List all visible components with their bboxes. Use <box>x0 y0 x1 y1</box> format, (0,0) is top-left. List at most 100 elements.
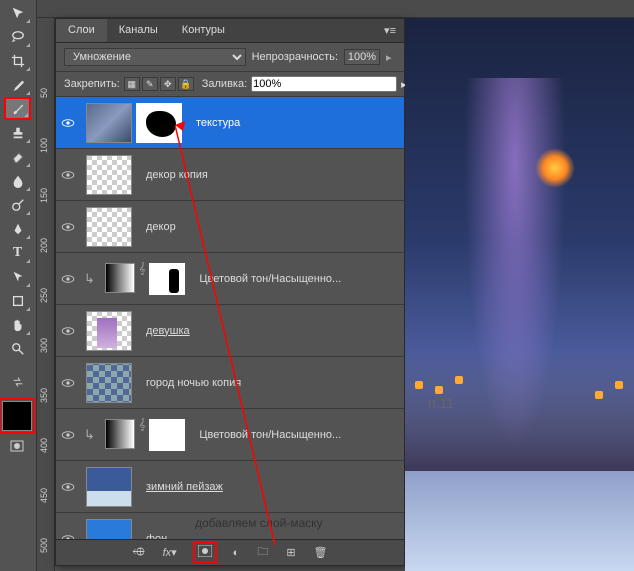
tool-brush[interactable] <box>4 97 31 120</box>
tool-pen[interactable] <box>4 217 31 240</box>
tool-type[interactable]: T <box>4 241 31 264</box>
layer-mask-thumbnail[interactable] <box>149 263 185 295</box>
tool-shape[interactable] <box>4 289 31 312</box>
layer-row[interactable]: город ночью копия <box>56 357 404 409</box>
layer-mask-thumbnail[interactable] <box>149 419 185 451</box>
tab-channels[interactable]: Каналы <box>107 19 170 42</box>
visibility-toggle[interactable] <box>56 378 80 388</box>
link-icon: 𝄞 <box>139 419 146 451</box>
tool-swap-colors[interactable] <box>4 370 31 393</box>
lock-pixels-icon[interactable]: ✎ <box>142 77 158 91</box>
layer-thumbnail[interactable] <box>86 207 132 247</box>
adjustment-icon[interactable] <box>105 419 135 449</box>
ruler-tick: 500 <box>39 538 49 553</box>
foreground-color[interactable] <box>2 401 32 431</box>
ruler-tick: 100 <box>39 138 49 153</box>
clipping-indicator-icon: ↳ <box>80 271 99 287</box>
layer-name[interactable]: город ночью копия <box>138 377 241 389</box>
layer-mask-thumbnail[interactable] <box>136 103 182 143</box>
layer-row[interactable]: девушка <box>56 305 404 357</box>
ruler-tick: 250 <box>39 288 49 303</box>
step-label: п.11 <box>428 395 454 411</box>
ruler-tick: 50 <box>39 88 49 98</box>
opacity-label: Непрозрачность: <box>252 51 338 63</box>
layer-thumbnail[interactable] <box>86 363 132 403</box>
tool-move[interactable] <box>4 1 31 24</box>
visibility-toggle[interactable] <box>56 430 80 440</box>
tab-layers[interactable]: Слои <box>56 19 107 42</box>
annotation-text: добавляем слой-маску <box>195 516 323 530</box>
link-layers-icon[interactable]: ⬲ <box>132 546 144 559</box>
visibility-toggle[interactable] <box>56 274 80 284</box>
layer-name[interactable]: Цветовой тон/Насыщенно... <box>191 273 341 285</box>
tool-hand[interactable] <box>4 313 31 336</box>
layer-thumbnail[interactable] <box>86 467 132 507</box>
layer-row[interactable]: ↳ 𝄞 Цветовой тон/Насыщенно... <box>56 253 404 305</box>
delete-layer-icon[interactable]: 🗑 <box>314 546 328 559</box>
lock-transparency-icon[interactable]: ▦ <box>124 77 140 91</box>
layer-name[interactable]: зимний пейзаж <box>138 481 223 493</box>
lock-all-icon[interactable]: 🔒 <box>178 77 194 91</box>
tools-toolbar: T <box>0 0 37 571</box>
layer-row[interactable]: декор копия <box>56 149 404 201</box>
layer-name[interactable]: Цветовой тон/Насыщенно... <box>191 429 341 441</box>
layer-thumbnail[interactable] <box>86 155 132 195</box>
clipping-indicator-icon: ↳ <box>80 427 99 443</box>
fill-label: Заливка: <box>202 78 247 90</box>
tab-paths[interactable]: Контуры <box>170 19 237 42</box>
tool-path-select[interactable] <box>4 265 31 288</box>
visibility-toggle[interactable] <box>56 326 80 336</box>
visibility-toggle[interactable] <box>56 482 80 492</box>
tool-eraser[interactable] <box>4 145 31 168</box>
new-adjustment-icon[interactable]: ◐ <box>233 547 240 559</box>
layer-name[interactable]: декор <box>138 221 176 233</box>
layer-name[interactable]: декор копия <box>138 169 208 181</box>
add-mask-icon[interactable] <box>195 544 215 561</box>
tool-crop[interactable] <box>4 49 31 72</box>
visibility-toggle[interactable] <box>56 118 80 128</box>
layers-list: текстура декор копия декор ↳ 𝄞 Цветовой … <box>56 97 404 551</box>
layer-fx-icon[interactable]: fx▾ <box>163 546 177 559</box>
tool-blur[interactable] <box>4 169 31 192</box>
ruler-vertical: 50 100 150 200 250 300 350 400 450 500 <box>37 18 55 571</box>
layer-name[interactable]: текстура <box>188 117 240 129</box>
new-layer-icon[interactable]: ⊞ <box>286 546 295 559</box>
quick-mask-toggle[interactable] <box>6 437 28 455</box>
panel-tabs: Слои Каналы Контуры ▾≡ <box>56 19 404 43</box>
layers-footer: ⬲ fx▾ ◐ 🗀 ⊞ 🗑 <box>56 539 404 565</box>
layer-thumbnail[interactable] <box>86 311 132 351</box>
layers-panel: Слои Каналы Контуры ▾≡ Умножение Непрозр… <box>55 18 405 566</box>
ruler-tick: 200 <box>39 238 49 253</box>
tool-stamp[interactable] <box>4 121 31 144</box>
tool-eyedropper[interactable] <box>4 73 31 96</box>
lock-label: Закрепить: <box>64 78 120 90</box>
ruler-horizontal <box>37 0 634 18</box>
opacity-stepper[interactable]: ▸ <box>386 51 396 64</box>
canvas-preview <box>405 18 634 571</box>
ruler-tick: 150 <box>39 188 49 203</box>
tool-lasso[interactable] <box>4 25 31 48</box>
new-group-icon[interactable]: 🗀 <box>257 543 268 562</box>
glow <box>535 148 575 188</box>
layer-row[interactable]: текстура <box>56 97 404 149</box>
lock-position-icon[interactable]: ✥ <box>160 77 176 91</box>
adjustment-icon[interactable] <box>105 263 135 293</box>
visibility-toggle[interactable] <box>56 170 80 180</box>
blend-mode-select[interactable]: Умножение <box>64 48 246 66</box>
ruler-tick: 450 <box>39 488 49 503</box>
tool-zoom[interactable] <box>4 337 31 360</box>
layer-row[interactable]: декор <box>56 201 404 253</box>
panel-menu-icon[interactable]: ▾≡ <box>376 19 404 42</box>
fill-input[interactable] <box>251 76 397 92</box>
layer-row[interactable]: ↳ 𝄞 Цветовой тон/Насыщенно... <box>56 409 404 461</box>
figure <box>455 78 575 498</box>
blend-options-row: Умножение Непрозрачность: ▸ <box>56 43 404 72</box>
opacity-input[interactable] <box>344 49 380 65</box>
tool-dodge[interactable] <box>4 193 31 216</box>
visibility-toggle[interactable] <box>56 222 80 232</box>
layer-thumbnail[interactable] <box>86 103 132 143</box>
lock-fill-row: Закрепить: ▦ ✎ ✥ 🔒 Заливка: ▸ <box>56 72 404 97</box>
layer-name[interactable]: девушка <box>138 325 190 337</box>
ruler-tick: 400 <box>39 438 49 453</box>
layer-row[interactable]: зимний пейзаж <box>56 461 404 513</box>
